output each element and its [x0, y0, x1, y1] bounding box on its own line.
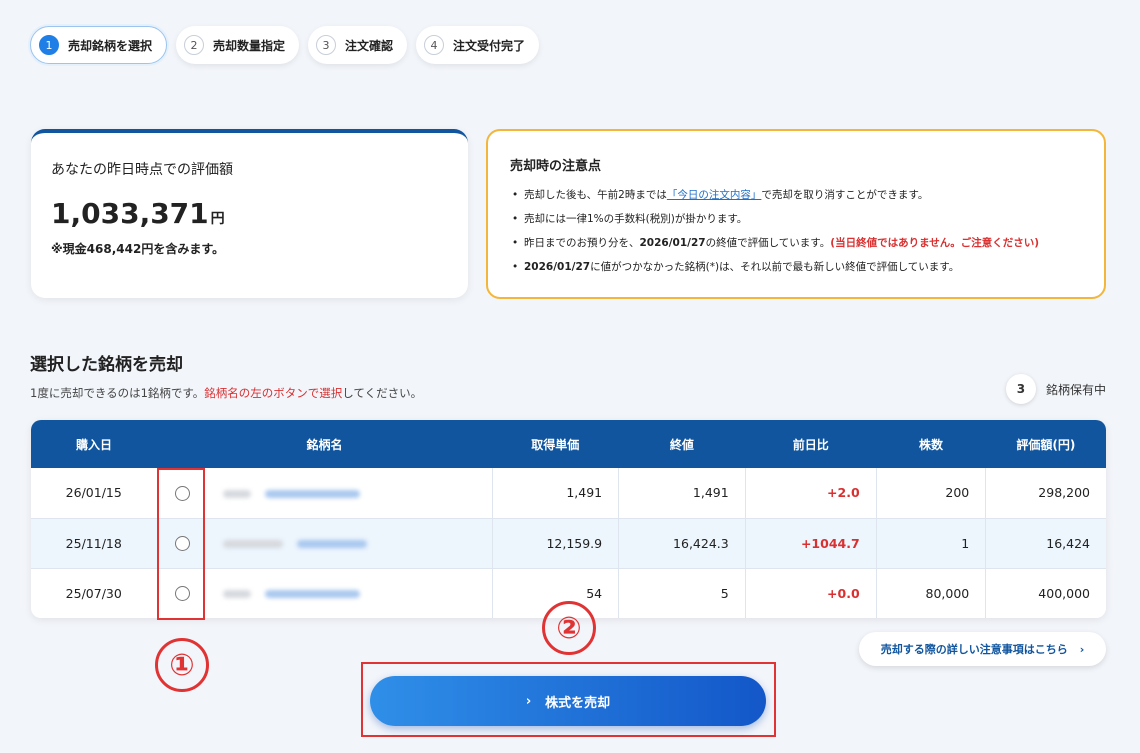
day-change: +2.0	[745, 468, 877, 519]
col-day-change: 前日比	[745, 420, 877, 468]
desc-highlight: 銘柄名の左のボタンで選択	[204, 386, 343, 400]
step-4-label: 注文受付完了	[453, 38, 526, 53]
table-row: 25/11/18 12,159.9 16,424.3 +1044.7 1 16,…	[31, 518, 1106, 569]
blurred-name	[265, 590, 360, 599]
annotation-circle-1: ①	[155, 638, 209, 692]
step-3: 3 注文確認	[308, 26, 408, 64]
day-change: +0.0	[745, 568, 877, 618]
notice-date: 2026/01/27	[524, 261, 591, 273]
step-2-label: 売却数量指定	[213, 38, 286, 53]
col-acquisition-price: 取得単価	[492, 420, 619, 468]
close-price: 1,491	[618, 468, 746, 519]
blurred-name	[297, 540, 367, 548]
valuation-card: あなたの昨日時点での評価額 1,033,371 円 ※現金468,442円を含みま…	[31, 129, 468, 298]
notice-title: 売却時の注意点	[510, 159, 602, 174]
select-radio-cell	[157, 518, 207, 569]
stock-select-radio[interactable]	[174, 586, 190, 602]
shares: 200	[876, 468, 987, 519]
acquisition-price: 12,159.9	[492, 518, 620, 569]
stock-select-radio[interactable]	[174, 485, 190, 501]
notice-item: 売却した後も、午前2時までは「今日の注文内容」で売却を取り消すことができます。	[510, 183, 1082, 207]
notice-item: 売却には一律1%の手数料(税別)が掛かります。	[510, 207, 1082, 231]
notice-text: 売却した後も、午前2時までは	[524, 189, 667, 201]
notice-text: の終値で評価しています。	[705, 237, 831, 249]
close-price: 16,424.3	[618, 518, 746, 569]
chevron-right-icon: ›	[1079, 642, 1085, 656]
holdings-table: 購入日 銘柄名 取得単価 終値 前日比 株数 評価額(円) 26/01/15 1…	[31, 420, 1106, 618]
stock-name-blurred	[207, 518, 493, 569]
holding-count: 3 銘柄保有中	[1005, 374, 1106, 404]
step-3-label: 注文確認	[345, 38, 394, 53]
col-valuation: 評価額(円)	[985, 420, 1106, 468]
purchase-date: 25/07/30	[31, 568, 158, 618]
holding-count-label: 銘柄保有中	[1045, 382, 1106, 397]
step-4: 4 注文受付完了	[416, 26, 540, 64]
col-close-price: 終値	[618, 420, 746, 468]
valuation-unit: 円	[210, 211, 225, 227]
desc-text: してください。	[342, 386, 423, 400]
valuation-amount: 1,033,371 円	[51, 197, 448, 230]
acquisition-price: 1,491	[492, 468, 620, 519]
section-title: 選択した銘柄を売却	[30, 355, 183, 375]
section-description: 1度に売却できるのは1銘柄です。銘柄名の左のボタンで選択してください。	[30, 385, 422, 401]
notice-item: 2026/01/27に値がつかなかった銘柄(*)は、それ以前で最も新しい終値で評…	[510, 255, 1082, 279]
annotation-circle-2: ②	[542, 601, 596, 655]
purchase-date: 25/11/18	[31, 518, 158, 569]
blurred-code	[223, 489, 251, 498]
notice-date: 2026/01/27	[639, 237, 706, 249]
close-price: 5	[618, 568, 746, 618]
shares: 80,000	[876, 568, 987, 618]
stock-name-blurred	[207, 568, 493, 618]
step-1-label: 売却銘柄を選択	[68, 38, 153, 53]
blurred-name	[265, 489, 360, 498]
day-change: +1044.7	[745, 518, 877, 569]
step-2: 2 売却数量指定	[176, 26, 300, 64]
notice-text: で売却を取り消すことができます。	[761, 189, 929, 201]
desc-text: 1度に売却できるのは1銘柄です。	[30, 386, 205, 400]
table-header-row: 購入日 銘柄名 取得単価 終値 前日比 株数 評価額(円)	[31, 420, 1106, 468]
valuation: 298,200	[985, 468, 1106, 519]
table-row: 26/01/15 1,491 1,491 +2.0 200 298,200	[31, 468, 1106, 519]
notice-text: 昨日までのお預り分を、	[524, 237, 640, 249]
step-3-number: 3	[316, 35, 337, 55]
sell-stock-button[interactable]: › 株式を売却	[370, 676, 766, 726]
sale-details-link-label: 売却する際の詳しい注意事項はこちら	[880, 643, 1068, 656]
notice-item: 昨日までのお預り分を、2026/01/27の終値で評価しています。(当日終値では…	[510, 231, 1082, 255]
stock-name-blurred	[207, 468, 493, 519]
col-shares: 株数	[876, 420, 986, 468]
notice-list: 売却した後も、午前2時までは「今日の注文内容」で売却を取り消すことができます。 …	[510, 183, 1082, 279]
step-1: 1 売却銘柄を選択	[30, 26, 168, 64]
purchase-date: 26/01/15	[31, 468, 158, 519]
notice-text: 売却には一律1%の手数料(税別)が掛かります。	[524, 213, 748, 225]
valuation-label: あなたの昨日時点での評価額	[51, 162, 233, 178]
chevron-right-icon: ›	[525, 693, 532, 709]
step-4-number: 4	[424, 35, 445, 55]
col-purchase-date: 購入日	[31, 420, 157, 468]
valuation: 16,424	[985, 518, 1106, 569]
col-stock-name: 銘柄名	[157, 420, 492, 468]
notice-text: に値がつかなかった銘柄(*)は、それ以前で最も新しい終値で評価しています。	[590, 261, 960, 273]
select-radio-cell	[157, 468, 207, 519]
notice-warning: (当日終値ではありません。ご注意ください)	[830, 237, 1040, 249]
shares: 1	[876, 518, 987, 569]
valuation: 400,000	[1038, 585, 1090, 601]
holding-count-badge: 3	[1005, 374, 1036, 404]
sale-notice-card: 売却時の注意点 売却した後も、午前2時までは「今日の注文内容」で売却を取り消すこ…	[486, 129, 1106, 299]
todays-orders-link[interactable]: 「今日の注文内容」	[667, 189, 762, 201]
step-indicator: 1 売却銘柄を選択 2 売却数量指定 3 注文確認 4 注文受付完了	[30, 26, 540, 64]
blurred-code	[223, 590, 251, 599]
valuation-amount-value: 1,033,371	[51, 197, 209, 230]
sale-details-link[interactable]: 売却する際の詳しい注意事項はこちら ›	[859, 632, 1106, 666]
stock-select-radio[interactable]	[174, 536, 190, 551]
valuation-note: ※現金468,442円を含みます。	[51, 242, 225, 256]
sell-stock-button-label: 株式を売却	[545, 695, 611, 711]
select-radio-cell	[157, 568, 207, 618]
blurred-code	[223, 540, 283, 548]
step-2-number: 2	[184, 35, 205, 55]
step-1-number: 1	[39, 35, 59, 55]
